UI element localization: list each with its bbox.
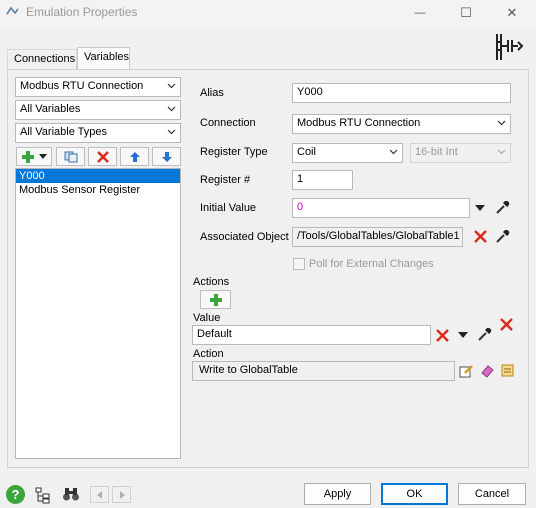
move-down-button[interactable]: [152, 147, 181, 166]
poll-label: Poll for External Changes: [309, 258, 434, 270]
connection-select[interactable]: Modbus RTU Connection: [292, 114, 511, 134]
arrow-up-icon: [129, 151, 140, 162]
tab-connections[interactable]: Connections: [7, 49, 77, 69]
chevron-right-icon: [119, 490, 125, 499]
ok-button[interactable]: OK: [381, 483, 448, 505]
eraser-icon[interactable]: [480, 364, 495, 378]
value-dropdown-icon[interactable]: [458, 332, 468, 339]
maximize-icon: ☐: [460, 5, 472, 20]
add-action-button[interactable]: [200, 290, 231, 309]
chevron-down-icon: [167, 129, 176, 135]
actions-label: Actions: [193, 276, 230, 288]
list-item[interactable]: Y000: [16, 169, 180, 183]
minimize-icon: —: [414, 7, 426, 19]
initial-value-dropdown-icon[interactable]: [475, 205, 485, 212]
register-type-label: Register Type: [200, 146, 268, 158]
delete-variable-button[interactable]: [88, 147, 117, 166]
duplicate-button[interactable]: [56, 147, 85, 166]
chevron-down-icon: [167, 83, 176, 89]
register-type-select[interactable]: Coil: [292, 143, 403, 163]
move-up-button[interactable]: [120, 147, 149, 166]
chevron-down-icon: [389, 149, 398, 155]
list-item[interactable]: Modbus Sensor Register: [16, 183, 180, 197]
close-window-button[interactable]: ✕: [489, 0, 535, 26]
associated-object-field[interactable]: /Tools/GlobalTables/GlobalTable1: [292, 227, 463, 247]
connection-filter-value: Modbus RTU Connection: [20, 80, 144, 92]
eyedropper-icon[interactable]: [494, 228, 511, 245]
delete-action-icon[interactable]: [500, 318, 513, 331]
alias-input[interactable]: Y000: [292, 83, 511, 103]
connection-select-value: Modbus RTU Connection: [297, 117, 421, 129]
add-variable-button[interactable]: [16, 147, 52, 166]
action-field[interactable]: Write to GlobalTable: [192, 361, 455, 381]
associated-object-label: Associated Object: [200, 231, 289, 243]
eyedropper-icon[interactable]: [476, 326, 493, 343]
clear-object-icon[interactable]: [474, 230, 487, 243]
types-filter-value: All Variable Types: [20, 126, 108, 138]
chevron-down-icon: [497, 120, 506, 126]
data-type-value: 16-bit Int: [415, 146, 458, 158]
register-number-input[interactable]: 1: [292, 170, 353, 190]
copy-icon: [64, 151, 77, 162]
chevron-left-icon: [96, 490, 102, 499]
plus-icon: [21, 150, 34, 163]
register-number-label: Register #: [200, 174, 251, 186]
ladder-logic-icon: [496, 34, 524, 60]
action-label: Action: [193, 348, 224, 360]
action-value-input[interactable]: Default: [192, 325, 431, 345]
tab-variables[interactable]: Variables: [77, 47, 130, 70]
maximize-button[interactable]: ☐: [443, 0, 489, 26]
cancel-button[interactable]: Cancel: [458, 483, 526, 505]
dropdown-arrow-icon: [38, 153, 47, 159]
data-type-select: 16-bit Int: [410, 143, 511, 163]
eyedropper-icon[interactable]: [494, 199, 511, 216]
binoculars-icon[interactable]: [62, 487, 80, 502]
plus-icon: [209, 293, 222, 306]
alias-label: Alias: [200, 87, 224, 99]
next-button[interactable]: [112, 486, 131, 503]
chevron-down-icon: [167, 106, 176, 112]
close-icon: ✕: [506, 5, 518, 20]
previous-button[interactable]: [90, 486, 109, 503]
variable-list[interactable]: Y000 Modbus Sensor Register: [15, 168, 181, 459]
types-filter-select[interactable]: All Variable Types: [15, 123, 181, 143]
clear-value-icon[interactable]: [436, 329, 449, 342]
initial-value-input[interactable]: 0: [292, 198, 470, 218]
register-type-value: Coil: [297, 146, 316, 158]
chevron-down-icon: [497, 149, 506, 155]
title-bar: Emulation Properties — ☐ ✕: [0, 0, 536, 26]
script-icon[interactable]: [500, 363, 515, 378]
arrow-down-icon: [161, 151, 172, 162]
tree-view-icon[interactable]: [34, 486, 52, 504]
apply-button[interactable]: Apply: [304, 483, 371, 505]
poll-checkbox[interactable]: [293, 258, 305, 270]
connection-filter-select[interactable]: Modbus RTU Connection: [15, 77, 181, 97]
minimize-button[interactable]: —: [397, 0, 443, 26]
variables-filter-select[interactable]: All Variables: [15, 100, 181, 120]
delete-icon: [96, 150, 109, 163]
initial-value-label: Initial Value: [200, 202, 257, 214]
edit-action-icon[interactable]: [459, 364, 474, 378]
connection-label: Connection: [200, 117, 256, 129]
help-icon[interactable]: ?: [6, 485, 25, 504]
value-label: Value: [193, 312, 221, 324]
variables-filter-value: All Variables: [20, 103, 81, 115]
app-logo-icon: [6, 6, 19, 15]
window-title: Emulation Properties: [26, 5, 138, 19]
